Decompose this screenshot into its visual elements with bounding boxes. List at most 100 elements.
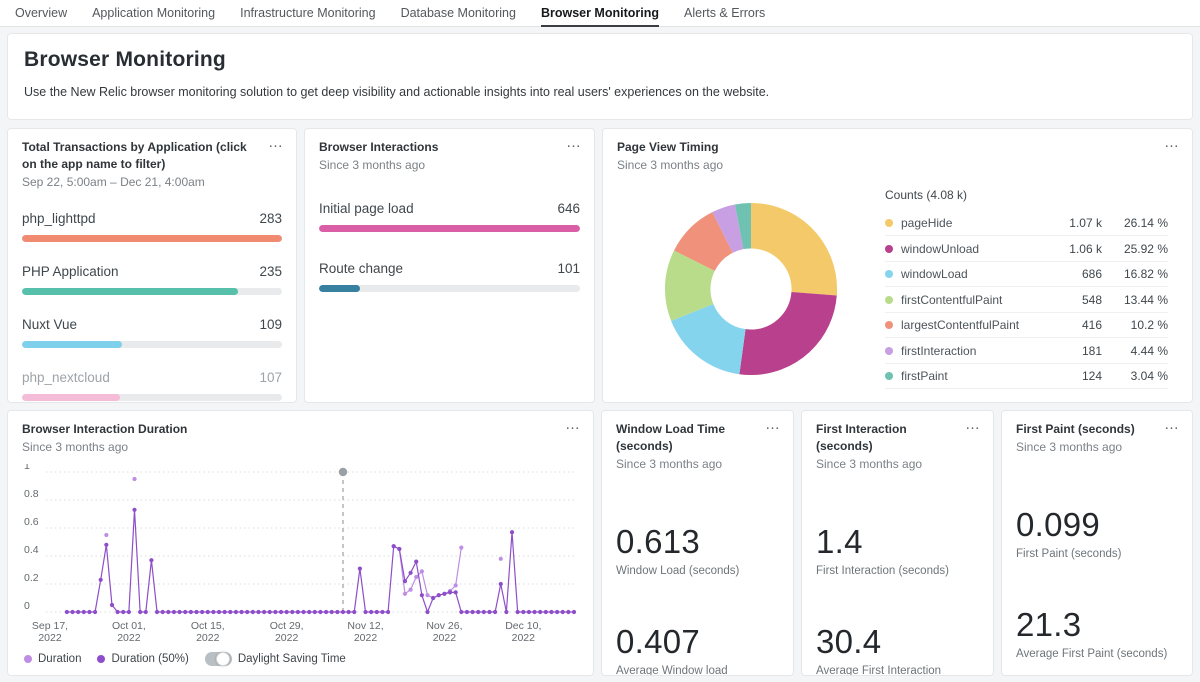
legend-item-duration-50[interactable]: Duration (50%): [97, 653, 188, 665]
data-point[interactable]: [87, 610, 91, 614]
data-point[interactable]: [279, 610, 283, 614]
data-point[interactable]: [521, 610, 525, 614]
data-point[interactable]: [347, 610, 351, 614]
data-point[interactable]: [251, 610, 255, 614]
data-point[interactable]: [487, 610, 491, 614]
data-point[interactable]: [138, 610, 142, 614]
data-point[interactable]: [200, 610, 204, 614]
card-menu-icon[interactable]: …: [1164, 417, 1180, 432]
data-point[interactable]: [561, 610, 565, 614]
data-point[interactable]: [420, 569, 424, 573]
legend-item-windowLoad[interactable]: windowLoad68616.82 %: [885, 262, 1168, 288]
tab-alerts-errors[interactable]: Alerts & Errors: [684, 0, 765, 27]
data-point[interactable]: [217, 610, 221, 614]
data-point[interactable]: [307, 610, 311, 614]
tab-infrastructure-monitoring[interactable]: Infrastructure Monitoring: [240, 0, 375, 27]
data-point[interactable]: [285, 610, 289, 614]
data-point[interactable]: [155, 610, 159, 614]
data-point[interactable]: [256, 610, 260, 614]
data-point[interactable]: [392, 544, 396, 548]
data-point[interactable]: [110, 603, 114, 607]
data-point[interactable]: [268, 610, 272, 614]
data-point[interactable]: [116, 610, 120, 614]
bar-label[interactable]: php_nextcloud: [22, 370, 110, 385]
data-point[interactable]: [499, 582, 503, 586]
data-point[interactable]: [262, 610, 266, 614]
data-point[interactable]: [149, 558, 153, 562]
data-point[interactable]: [93, 610, 97, 614]
data-point[interactable]: [121, 610, 125, 614]
data-point[interactable]: [482, 610, 486, 614]
data-point[interactable]: [397, 547, 401, 551]
data-point[interactable]: [572, 610, 576, 614]
data-point[interactable]: [459, 545, 463, 549]
data-point[interactable]: [127, 610, 131, 614]
tab-application-monitoring[interactable]: Application Monitoring: [92, 0, 215, 27]
tab-overview[interactable]: Overview: [15, 0, 67, 27]
data-point[interactable]: [414, 575, 418, 579]
data-point[interactable]: [369, 610, 373, 614]
data-point[interactable]: [99, 577, 103, 581]
data-point[interactable]: [425, 610, 429, 614]
legend-item-firstInteraction[interactable]: firstInteraction1814.44 %: [885, 338, 1168, 364]
bar-label[interactable]: Route change: [319, 261, 403, 276]
data-point[interactable]: [82, 610, 86, 614]
data-point[interactable]: [403, 591, 407, 595]
data-point[interactable]: [239, 610, 243, 614]
data-point[interactable]: [493, 610, 497, 614]
data-point[interactable]: [228, 610, 232, 614]
data-point[interactable]: [470, 610, 474, 614]
data-point[interactable]: [425, 593, 429, 597]
data-point[interactable]: [532, 610, 536, 614]
data-point[interactable]: [409, 570, 413, 574]
data-point[interactable]: [454, 590, 458, 594]
card-menu-icon[interactable]: …: [268, 135, 284, 150]
data-point[interactable]: [442, 591, 446, 595]
card-menu-icon[interactable]: …: [565, 417, 581, 432]
data-point[interactable]: [318, 610, 322, 614]
data-point[interactable]: [161, 610, 165, 614]
data-point[interactable]: [172, 610, 176, 614]
bar-label[interactable]: php_lighttpd: [22, 211, 96, 226]
data-point[interactable]: [183, 610, 187, 614]
data-point[interactable]: [352, 610, 356, 614]
data-point[interactable]: [504, 610, 508, 614]
data-point[interactable]: [211, 610, 215, 614]
data-point[interactable]: [510, 530, 514, 534]
data-point[interactable]: [437, 593, 441, 597]
data-point[interactable]: [194, 610, 198, 614]
data-point[interactable]: [65, 610, 69, 614]
data-point[interactable]: [177, 610, 181, 614]
data-point[interactable]: [454, 583, 458, 587]
data-point[interactable]: [363, 610, 367, 614]
data-point[interactable]: [448, 590, 452, 594]
data-point[interactable]: [335, 610, 339, 614]
data-point[interactable]: [313, 610, 317, 614]
data-point[interactable]: [527, 610, 531, 614]
legend-item-windowUnload[interactable]: windowUnload1.06 k25.92 %: [885, 236, 1168, 262]
data-point[interactable]: [358, 566, 362, 570]
data-point[interactable]: [223, 610, 227, 614]
legend-item-largestContentfulPaint[interactable]: largestContentfulPaint41610.2 %: [885, 313, 1168, 339]
card-menu-icon[interactable]: …: [566, 135, 582, 150]
legend-item-firstPaint[interactable]: firstPaint1243.04 %: [885, 364, 1168, 390]
data-point[interactable]: [70, 610, 74, 614]
legend-item-pageHide[interactable]: pageHide1.07 k26.14 %: [885, 211, 1168, 237]
data-point[interactable]: [301, 610, 305, 614]
card-menu-icon[interactable]: …: [765, 417, 781, 432]
legend-item-duration[interactable]: Duration: [24, 653, 81, 665]
data-point[interactable]: [566, 610, 570, 614]
card-menu-icon[interactable]: …: [1164, 135, 1180, 150]
card-menu-icon[interactable]: …: [965, 417, 981, 432]
data-point[interactable]: [549, 610, 553, 614]
data-point[interactable]: [459, 610, 463, 614]
bar-label[interactable]: PHP Application: [22, 264, 119, 279]
data-point[interactable]: [380, 610, 384, 614]
tab-database-monitoring[interactable]: Database Monitoring: [401, 0, 516, 27]
data-point[interactable]: [206, 610, 210, 614]
daylight-saving-toggle[interactable]: [205, 652, 232, 666]
data-point[interactable]: [330, 610, 334, 614]
data-point[interactable]: [403, 579, 407, 583]
data-point[interactable]: [273, 610, 277, 614]
bar-label[interactable]: Initial page load: [319, 201, 414, 216]
